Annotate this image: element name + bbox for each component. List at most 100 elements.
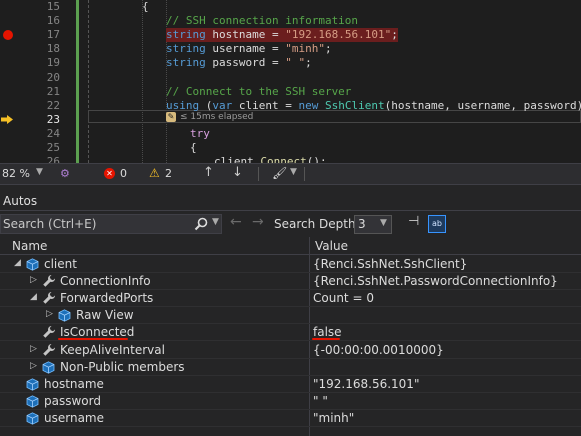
line-number: 19 xyxy=(46,56,60,70)
variable-value[interactable]: Count = 0 xyxy=(313,291,374,305)
error-icon[interactable]: ✕ xyxy=(104,168,115,179)
table-row[interactable]: username "minh" xyxy=(0,410,581,427)
object-icon xyxy=(26,395,39,408)
code-line[interactable]: 17 string hostname = "192.168.56.101"; xyxy=(0,28,581,43)
line-number: 17 xyxy=(46,28,60,42)
code-cleanup-icon[interactable]: 🖌 xyxy=(272,166,287,180)
code-line[interactable]: 15 { xyxy=(0,0,581,14)
chevron-down-icon[interactable]: ▼ xyxy=(290,167,297,177)
variable-value[interactable]: {-00:00:00.0010000} xyxy=(313,343,444,357)
code-text: using (var client = new SshClient(hostna… xyxy=(166,99,581,113)
code-editor[interactable]: ✎ ≤ 15ms elapsed 15{16// SSH connection i… xyxy=(0,0,581,163)
code-line[interactable]: 22 using (var client = new SshClient(host… xyxy=(0,99,581,113)
code-token: { xyxy=(190,141,197,154)
variable-value[interactable]: "192.168.56.101" xyxy=(313,377,419,391)
code-line[interactable]: 26 client.Connect(); xyxy=(0,155,581,163)
code-token: ( xyxy=(199,98,213,112)
line-number: 16 xyxy=(46,14,60,28)
annotation-underline xyxy=(312,338,340,341)
code-token: hostname = xyxy=(205,28,286,42)
forward-arrow-icon[interactable]: → xyxy=(252,214,264,230)
current-statement-arrow-icon[interactable] xyxy=(1,114,13,124)
line-number: 21 xyxy=(46,84,60,98)
search-depth-label: Search Depth: xyxy=(274,217,360,231)
line-number: 15 xyxy=(46,0,60,13)
code-line[interactable]: 16 // SSH connection information xyxy=(0,14,581,28)
line-number: 20 xyxy=(46,70,60,84)
collapse-icon[interactable]: ◢ xyxy=(14,258,21,268)
variable-value[interactable]: "minh" xyxy=(313,411,354,425)
expand-icon[interactable]: ▷ xyxy=(30,361,37,371)
search-box[interactable]: ▼ xyxy=(0,214,222,234)
code-token: new xyxy=(298,98,319,112)
panel-splitter[interactable] xyxy=(0,184,581,192)
code-token: SshClient xyxy=(324,98,385,112)
object-icon xyxy=(58,309,71,322)
collapse-icon[interactable]: ◢ xyxy=(30,292,37,302)
line-number: 23 xyxy=(46,112,60,126)
variable-name: username xyxy=(44,410,104,425)
wrench-icon xyxy=(43,275,55,287)
code-text: try xyxy=(190,127,210,141)
code-line[interactable]: 21 // Connect to the SSH server xyxy=(0,85,581,99)
code-line[interactable]: 25 { xyxy=(0,141,581,155)
line-number: 26 xyxy=(46,155,60,163)
error-count[interactable]: 0 xyxy=(120,167,127,180)
column-header-name[interactable]: Name xyxy=(12,239,47,253)
wrench-icon xyxy=(43,326,55,339)
table-row[interactable]: ◢ client {Renci.SshNet.SshClient} xyxy=(0,256,581,273)
chevron-down-icon[interactable]: ▼ xyxy=(212,217,219,227)
table-row[interactable]: ◢ ForwardedPorts Count = 0 xyxy=(0,290,581,308)
table-row[interactable]: password " " xyxy=(0,393,581,410)
search-input[interactable] xyxy=(3,216,188,232)
zoom-level[interactable]: 82 % xyxy=(2,167,30,180)
code-line[interactable]: 18 string username = "minh"; xyxy=(0,42,581,56)
variable-value[interactable]: " " xyxy=(313,394,328,408)
variable-value[interactable]: {Renci.SshNet.PasswordConnectionInfo} xyxy=(313,274,558,288)
autos-title: Autos xyxy=(3,194,38,208)
code-token: string xyxy=(166,42,206,56)
breakpoint-icon[interactable] xyxy=(3,30,13,41)
arrow-down-icon[interactable]: ↓ xyxy=(232,165,243,180)
divider xyxy=(258,167,259,181)
code-text: string password = " "; xyxy=(166,56,312,70)
code-token: { xyxy=(142,0,149,13)
chevron-down-icon[interactable]: ▼ xyxy=(36,167,43,177)
code-line[interactable]: 23 xyxy=(0,113,581,127)
arrow-up-icon[interactable]: ↑ xyxy=(203,165,214,180)
code-line[interactable]: 19 string password = " "; xyxy=(0,56,581,70)
expand-icon[interactable]: ▷ xyxy=(30,344,37,354)
variable-name: client xyxy=(44,257,77,271)
warning-count[interactable]: 2 xyxy=(165,167,172,180)
warning-icon[interactable]: ⚠ xyxy=(149,166,160,180)
expand-icon[interactable]: ▷ xyxy=(46,309,53,319)
variable-name: Raw View xyxy=(76,308,134,323)
code-line[interactable]: 24 try xyxy=(0,127,581,141)
pin-icon[interactable]: ⊣ xyxy=(408,214,419,229)
table-row[interactable]: ▷ Raw View xyxy=(0,307,581,325)
table-row[interactable]: ▷ ConnectionInfo {Renci.SshNet.PasswordCon… xyxy=(0,273,581,291)
intellicode-icon[interactable]: ⚙ xyxy=(60,167,70,180)
variable-name: password xyxy=(44,393,101,408)
table-row[interactable]: ▷ KeepAliveInterval {-00:00:00.0010000} xyxy=(0,342,581,359)
code-text: string hostname = "192.168.56.101"; xyxy=(166,28,398,43)
code-token: (); xyxy=(306,155,327,163)
variable-name: KeepAliveInterval xyxy=(60,342,165,357)
expand-icon[interactable]: ▷ xyxy=(30,275,37,285)
object-icon xyxy=(42,360,55,374)
divider xyxy=(304,167,305,181)
variable-value[interactable]: {Renci.SshNet.SshClient} xyxy=(313,257,467,271)
search-depth-select[interactable]: 3 ▼ xyxy=(354,215,392,234)
search-icon[interactable] xyxy=(194,217,208,231)
code-line[interactable]: 20 xyxy=(0,71,581,85)
chevron-down-icon: ▼ xyxy=(380,218,387,228)
table-row[interactable]: IsConnected false xyxy=(0,324,581,342)
column-header-value[interactable]: Value xyxy=(315,239,348,253)
variable-value[interactable]: false xyxy=(313,325,342,339)
view-as-text-icon[interactable]: ab xyxy=(428,215,446,233)
code-text: // SSH connection information xyxy=(166,14,358,28)
code-token: var xyxy=(212,98,233,112)
back-arrow-icon[interactable]: ← xyxy=(230,214,242,230)
table-row[interactable]: ▷ Non-Public members xyxy=(0,359,581,376)
table-row[interactable]: hostname "192.168.56.101" xyxy=(0,376,581,393)
